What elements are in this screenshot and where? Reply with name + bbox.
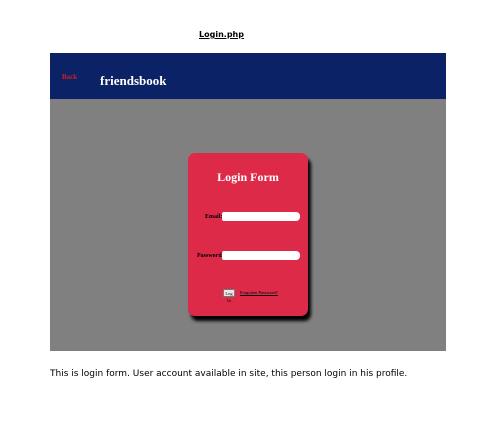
forgot-password-link[interactable]: Forgotten Password?	[240, 290, 278, 295]
login-form: Login Form Email: Password: Log In Forgo…	[188, 153, 308, 316]
back-link[interactable]: Back	[62, 73, 77, 81]
document-title: Login.php	[199, 30, 244, 39]
email-field[interactable]	[222, 212, 300, 221]
brand-name: friendsbook	[100, 73, 167, 88]
description-text: This is login form. User account availab…	[50, 369, 408, 379]
header-bar: Back friendsbook	[50, 53, 446, 99]
password-field[interactable]	[222, 251, 300, 260]
password-label: Password:	[197, 253, 224, 259]
login-form-title: Login Form	[217, 170, 279, 184]
login-button[interactable]: Log In	[223, 289, 235, 303]
email-label: Email:	[205, 214, 223, 220]
app-screenshot: Back friendsbook Login Form Email: Passw…	[50, 53, 446, 351]
